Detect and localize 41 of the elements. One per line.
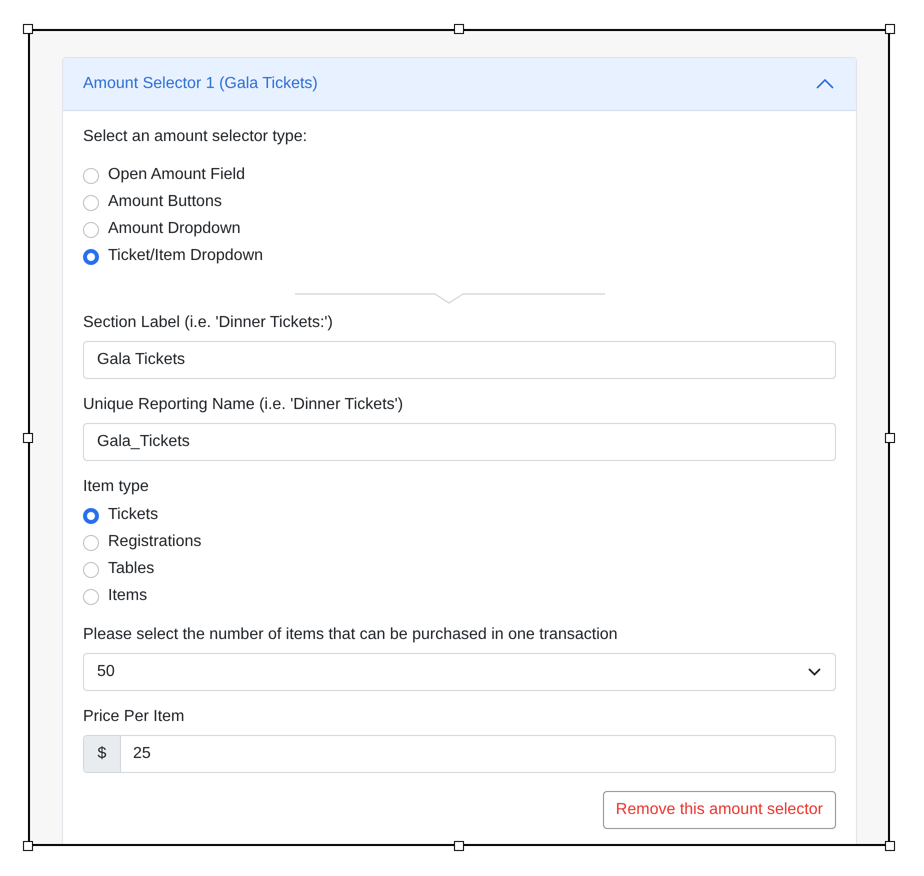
resize-handle[interactable] (23, 433, 33, 443)
radio-button[interactable] (83, 222, 99, 238)
field-label: Unique Reporting Name (i.e. 'Dinner Tickets') (83, 395, 404, 415)
field-label: Item type (83, 477, 150, 497)
radio-button[interactable] (83, 535, 99, 551)
price-field[interactable]: $ 25 (83, 735, 836, 773)
resize-handle[interactable] (23, 24, 33, 34)
accordion-header[interactable]: Amount Selector 1 (Gala Tickets) (63, 58, 856, 111)
radio-button[interactable] (83, 168, 99, 184)
currency-prefix: $ (84, 736, 121, 772)
radio-label: Ticket/Item Dropdown (108, 246, 264, 266)
resize-handle[interactable] (454, 841, 464, 851)
radio-button[interactable] (83, 562, 99, 578)
radio-label: Items (108, 586, 148, 606)
radio-label: Tables (108, 558, 154, 578)
accordion-title: Amount Selector 1 (Gala Tickets) (83, 75, 318, 93)
dropdown[interactable]: 50 (83, 653, 836, 691)
field-label: Price Per Item (83, 707, 186, 727)
radio-button[interactable] (83, 249, 99, 265)
radio-label: Amount Buttons (108, 192, 222, 212)
remove-button[interactable]: Remove this amount selector (602, 791, 836, 829)
resize-handle[interactable] (454, 24, 464, 34)
chevron-up-icon (816, 79, 834, 89)
radio-label: Open Amount Field (108, 164, 245, 184)
resize-handle[interactable] (885, 433, 895, 443)
radio-button[interactable] (83, 195, 99, 211)
input-field[interactable]: Gala Tickets (83, 341, 836, 379)
input-field[interactable]: 25 (121, 736, 835, 772)
input-field[interactable]: Gala_Tickets (83, 423, 836, 461)
chevron-down-icon (808, 668, 821, 676)
field-label: Select an amount selector type: (83, 127, 308, 147)
radio-label: Registrations (108, 532, 202, 552)
field-label: Please select the number of items that can be purchased in one transaction (83, 625, 619, 645)
field-label: Section Label (i.e. 'Dinner Tickets:') (83, 313, 334, 333)
resize-handle[interactable] (23, 841, 33, 851)
resize-handle[interactable] (885, 841, 895, 851)
radio-button[interactable] (83, 589, 99, 605)
radio-button[interactable] (83, 508, 99, 524)
radio-label: Tickets (108, 504, 158, 524)
radio-label: Amount Dropdown (108, 218, 241, 238)
resize-handle[interactable] (885, 24, 895, 34)
